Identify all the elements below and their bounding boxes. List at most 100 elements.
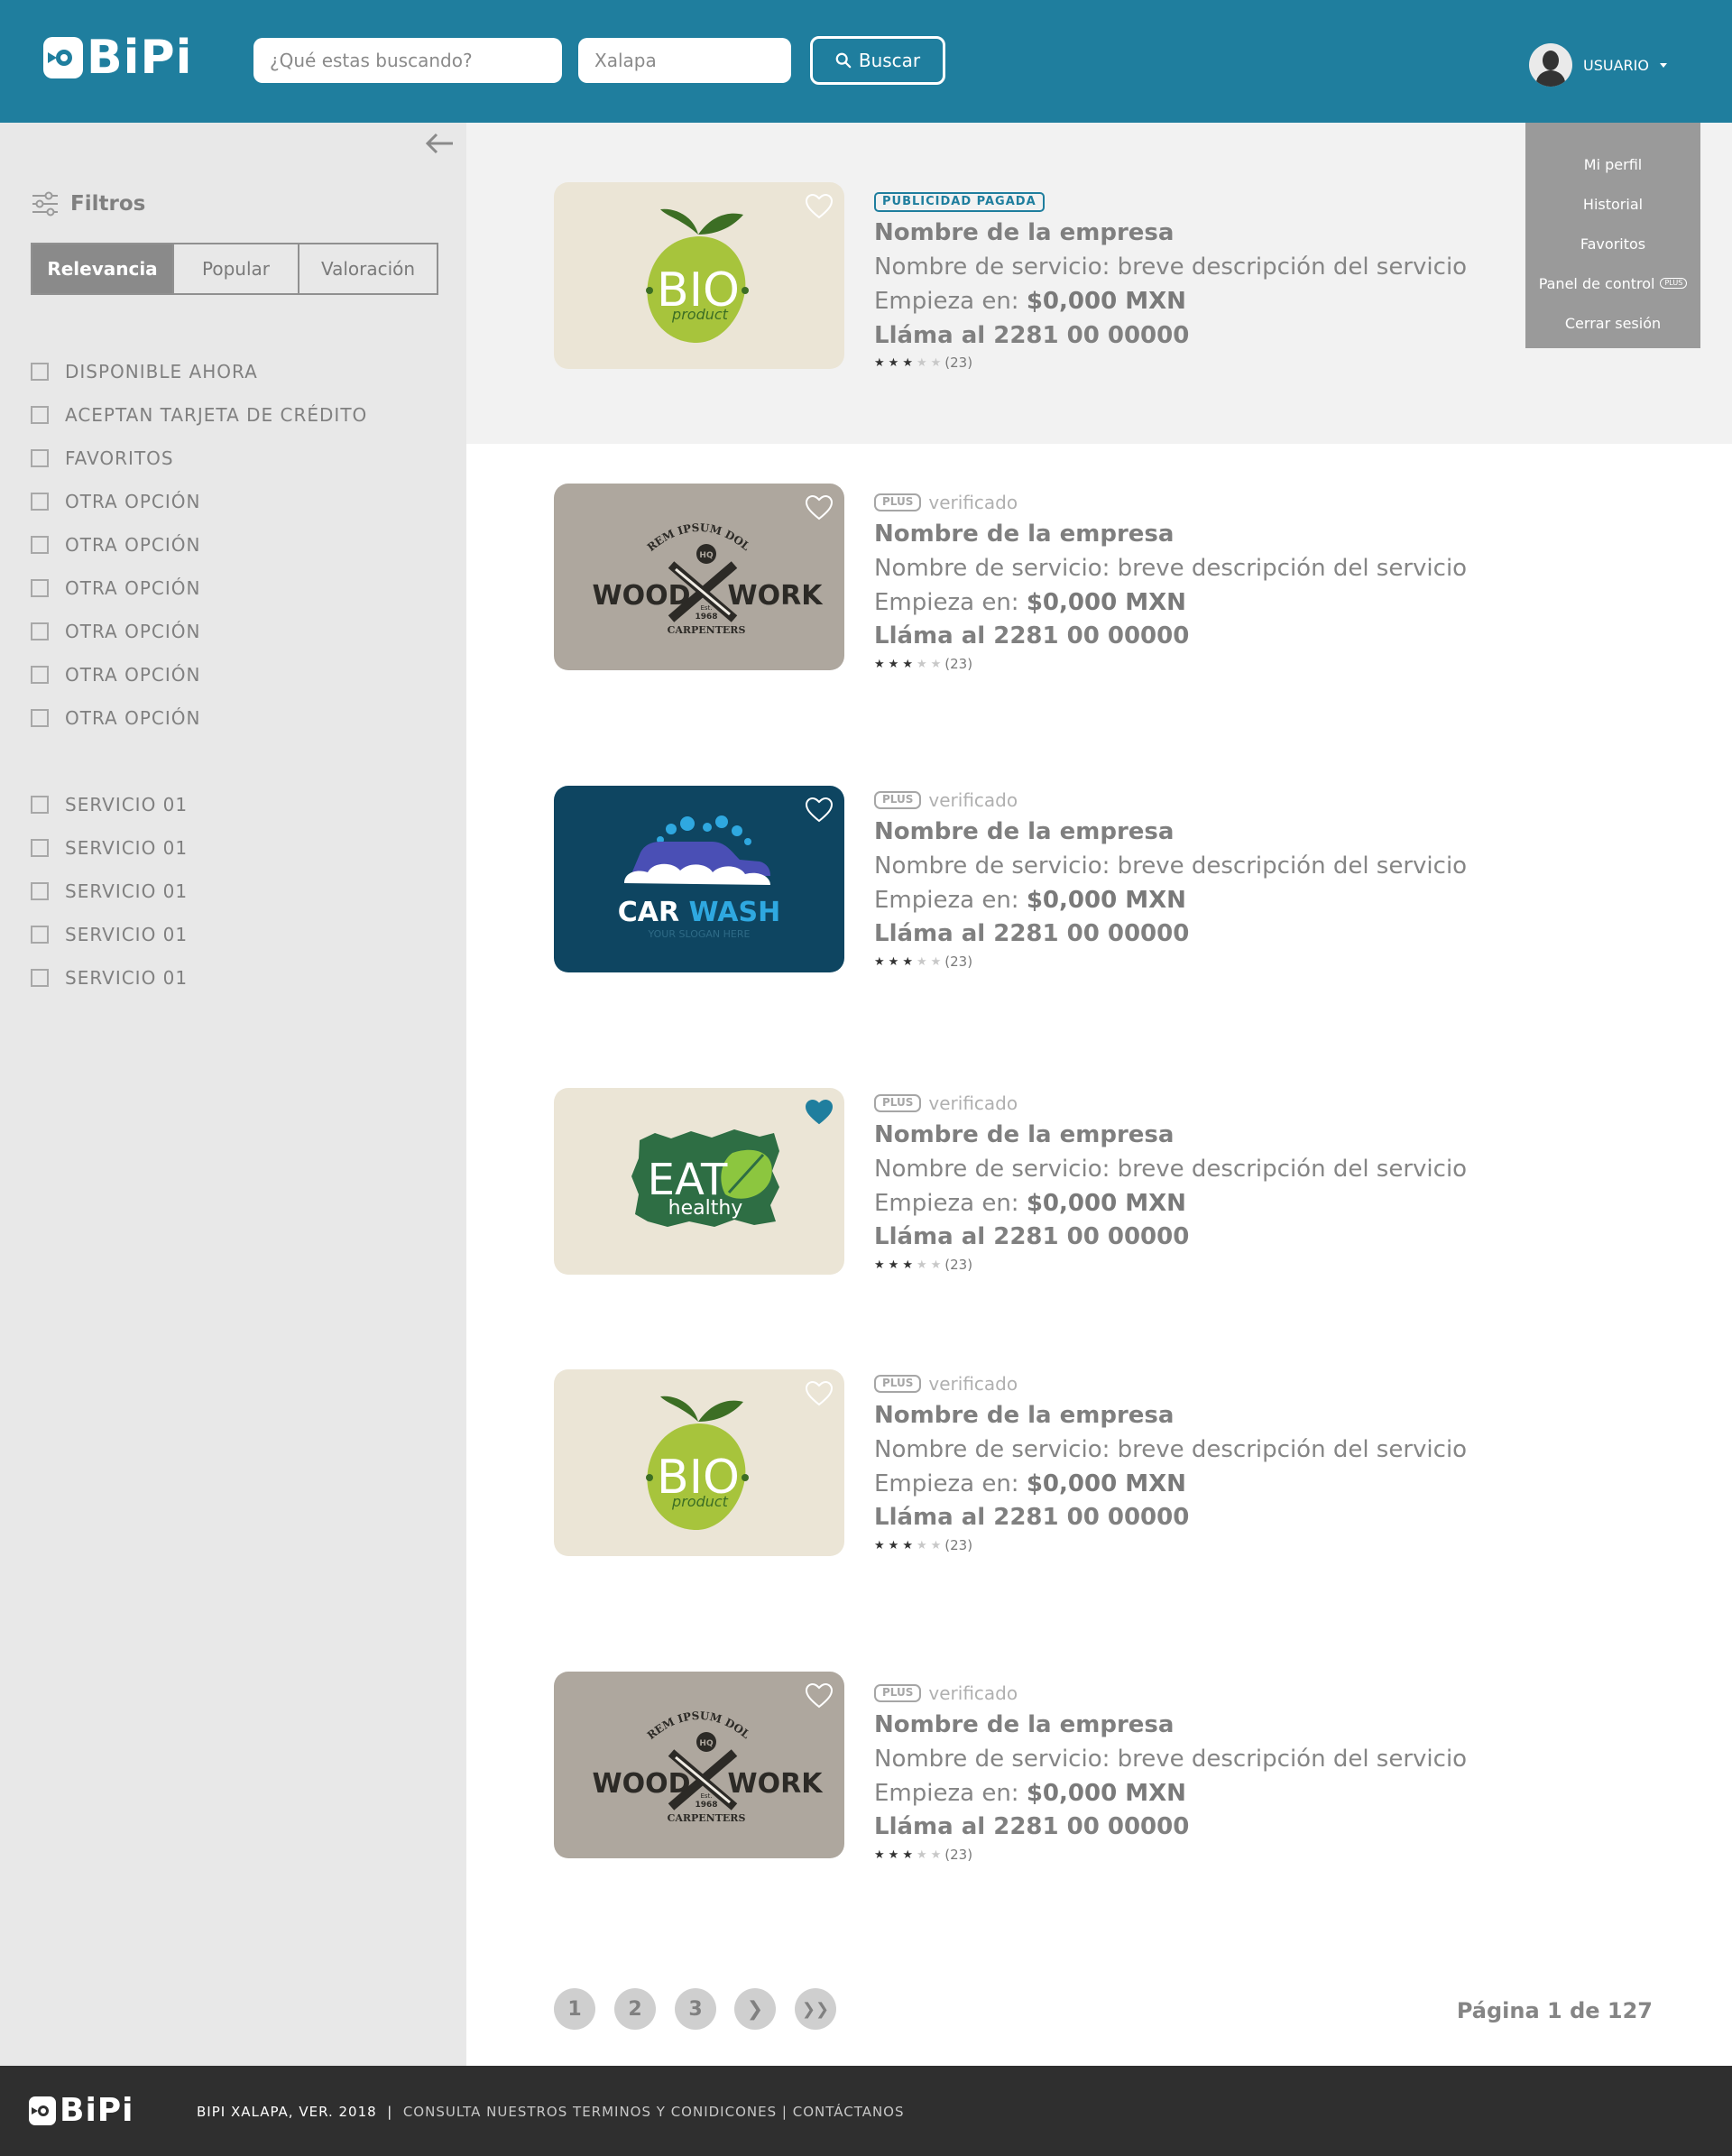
checkbox[interactable] bbox=[31, 709, 49, 727]
svg-text:LOREM IPSUM DOLOR: LOREM IPSUM DOLOR bbox=[554, 1672, 752, 1742]
woodwork-hq: HQ bbox=[699, 551, 714, 560]
company-name[interactable]: Nombre de la empresa bbox=[874, 1710, 1506, 1741]
price-value: $0,000 MXN bbox=[1026, 287, 1186, 315]
price: Empieza en: $0,000 MXN bbox=[874, 1470, 1506, 1500]
logo-text: BiPi bbox=[60, 2092, 134, 2129]
footer-logo[interactable]: BiPi bbox=[29, 2095, 134, 2127]
listing-image[interactable]: CAR WASH YOUR SLOGAN HERE bbox=[554, 786, 844, 972]
menu-item-cerrar-sesion[interactable]: Cerrar sesión bbox=[1525, 303, 1700, 343]
woodwork-left: WOOD bbox=[593, 1768, 691, 1800]
star-icon: ★ bbox=[888, 954, 899, 969]
service-option[interactable]: SERVICIO 01 bbox=[31, 837, 188, 859]
price: Empieza en: $0,000 MXN bbox=[874, 1779, 1506, 1810]
company-name[interactable]: Nombre de la empresa bbox=[874, 1120, 1506, 1151]
filter-option[interactable]: DISPONIBLE AHORA bbox=[31, 361, 258, 382]
checkbox[interactable] bbox=[31, 666, 49, 684]
search-button[interactable]: Buscar bbox=[810, 36, 945, 85]
logo[interactable]: BiPi bbox=[43, 34, 192, 81]
location-input[interactable] bbox=[578, 38, 791, 83]
checkbox[interactable] bbox=[31, 406, 49, 424]
caret-down-icon bbox=[1659, 62, 1667, 68]
car-wash-title: CAR WASH bbox=[618, 897, 780, 928]
phone[interactable]: Lláma al 2281 00 00000 bbox=[874, 321, 1506, 352]
tab-relevancia[interactable]: Relevancia bbox=[32, 244, 172, 293]
filter-option[interactable]: OTRA OPCIÓN bbox=[31, 707, 200, 729]
phone[interactable]: Lláma al 2281 00 00000 bbox=[874, 1812, 1506, 1843]
listing-image[interactable]: LOREM IPSUM DOLOR HQ WOOD WORK Est. 1968… bbox=[554, 1672, 844, 1858]
filter-option[interactable]: OTRA OPCIÓN bbox=[31, 621, 200, 642]
checkbox[interactable] bbox=[31, 363, 49, 381]
service-description: Nombre de servicio: breve descripción de… bbox=[874, 554, 1468, 582]
user-menu-toggle[interactable]: USUARIO bbox=[1529, 43, 1667, 87]
company-name[interactable]: Nombre de la empresa bbox=[874, 218, 1506, 249]
service-option[interactable]: SERVICIO 01 bbox=[31, 967, 188, 989]
star-icon: ★ bbox=[874, 355, 885, 370]
price-label: Empieza en: bbox=[874, 1189, 1019, 1217]
checkbox[interactable] bbox=[31, 536, 49, 554]
star-icon: ★ bbox=[930, 657, 942, 671]
verified-label: verificado bbox=[928, 1682, 1018, 1704]
page-button-2[interactable]: 2 bbox=[614, 1988, 656, 2030]
checkbox[interactable] bbox=[31, 796, 49, 814]
filter-option[interactable]: OTRA OPCIÓN bbox=[31, 664, 200, 686]
phone[interactable]: Lláma al 2281 00 00000 bbox=[874, 622, 1506, 652]
tab-popular[interactable]: Popular bbox=[172, 244, 298, 293]
filter-option[interactable]: ACEPTAN TARJETA DE CRÉDITO bbox=[31, 404, 367, 426]
checkbox[interactable] bbox=[31, 882, 49, 900]
phone[interactable]: Lláma al 2281 00 00000 bbox=[874, 1222, 1506, 1253]
checkbox[interactable] bbox=[31, 926, 49, 944]
checkbox[interactable] bbox=[31, 839, 49, 857]
user-dropdown-menu: Mi perfil Historial Favoritos Panel de c… bbox=[1525, 123, 1700, 348]
listing-info: PUBLICIDAD PAGADA Nombre de la empresa N… bbox=[874, 191, 1506, 371]
contact-link[interactable]: CONTÁCTANOS bbox=[793, 2104, 905, 2120]
checkbox[interactable] bbox=[31, 969, 49, 987]
checkbox[interactable] bbox=[31, 493, 49, 511]
listing-image[interactable]: LOREM IPSUM DOLOR HQ WOOD WORK Est. 1968… bbox=[554, 484, 844, 670]
plus-badge: PLUS bbox=[874, 1094, 922, 1112]
next-page-button[interactable]: ❯ bbox=[734, 1988, 776, 2030]
star-icon: ★ bbox=[930, 1258, 942, 1272]
arrow-left-icon[interactable] bbox=[424, 130, 456, 157]
star-icon: ★ bbox=[916, 1538, 927, 1553]
price-label: Empieza en: bbox=[874, 588, 1019, 616]
listing-image[interactable]: EAT healthy bbox=[554, 1088, 844, 1275]
checkbox[interactable] bbox=[31, 579, 49, 597]
filter-option[interactable]: OTRA OPCIÓN bbox=[31, 534, 200, 556]
tab-valoracion[interactable]: Valoración bbox=[298, 244, 437, 293]
checkbox[interactable] bbox=[31, 449, 49, 467]
menu-item-panel-de-control[interactable]: Panel de control PLUS bbox=[1525, 263, 1700, 303]
heart-filled-icon[interactable] bbox=[805, 1099, 834, 1126]
user-label: USUARIO bbox=[1583, 56, 1649, 74]
healthy-text: healthy bbox=[668, 1197, 743, 1220]
listing-image[interactable]: BIO product bbox=[554, 1369, 844, 1556]
heart-icon[interactable] bbox=[805, 494, 834, 521]
listing-tags: PLUS verificado bbox=[874, 1373, 1506, 1395]
company-name[interactable]: Nombre de la empresa bbox=[874, 520, 1506, 550]
page-button-3[interactable]: 3 bbox=[675, 1988, 716, 2030]
menu-item-mi-perfil[interactable]: Mi perfil bbox=[1525, 144, 1700, 184]
service-option[interactable]: SERVICIO 01 bbox=[31, 924, 188, 945]
heart-icon[interactable] bbox=[805, 193, 834, 220]
service-option[interactable]: SERVICIO 01 bbox=[31, 794, 188, 815]
woodwork-left: WOOD bbox=[593, 580, 691, 612]
heart-icon[interactable] bbox=[805, 1380, 834, 1407]
filter-option[interactable]: OTRA OPCIÓN bbox=[31, 577, 200, 599]
search-input[interactable] bbox=[253, 38, 562, 83]
menu-item-favoritos[interactable]: Favoritos bbox=[1525, 224, 1700, 263]
heart-icon[interactable] bbox=[805, 797, 834, 824]
heart-icon[interactable] bbox=[805, 1682, 834, 1709]
phone[interactable]: Lláma al 2281 00 00000 bbox=[874, 919, 1506, 950]
last-page-button[interactable]: ❯❯ bbox=[795, 1988, 836, 2030]
company-name[interactable]: Nombre de la empresa bbox=[874, 817, 1506, 848]
service-option[interactable]: SERVICIO 01 bbox=[31, 880, 188, 902]
verified-label: verificado bbox=[928, 789, 1018, 811]
company-name[interactable]: Nombre de la empresa bbox=[874, 1401, 1506, 1432]
page-button-1[interactable]: 1 bbox=[554, 1988, 595, 2030]
filter-option[interactable]: OTRA OPCIÓN bbox=[31, 491, 200, 512]
phone[interactable]: Lláma al 2281 00 00000 bbox=[874, 1503, 1506, 1534]
terms-link[interactable]: CONSULTA NUESTROS TERMINOS Y CONIDICONES bbox=[403, 2104, 777, 2120]
menu-item-historial[interactable]: Historial bbox=[1525, 184, 1700, 224]
listing-image[interactable]: BIO product bbox=[554, 182, 844, 369]
checkbox[interactable] bbox=[31, 622, 49, 640]
filter-option[interactable]: FAVORITOS bbox=[31, 447, 174, 469]
